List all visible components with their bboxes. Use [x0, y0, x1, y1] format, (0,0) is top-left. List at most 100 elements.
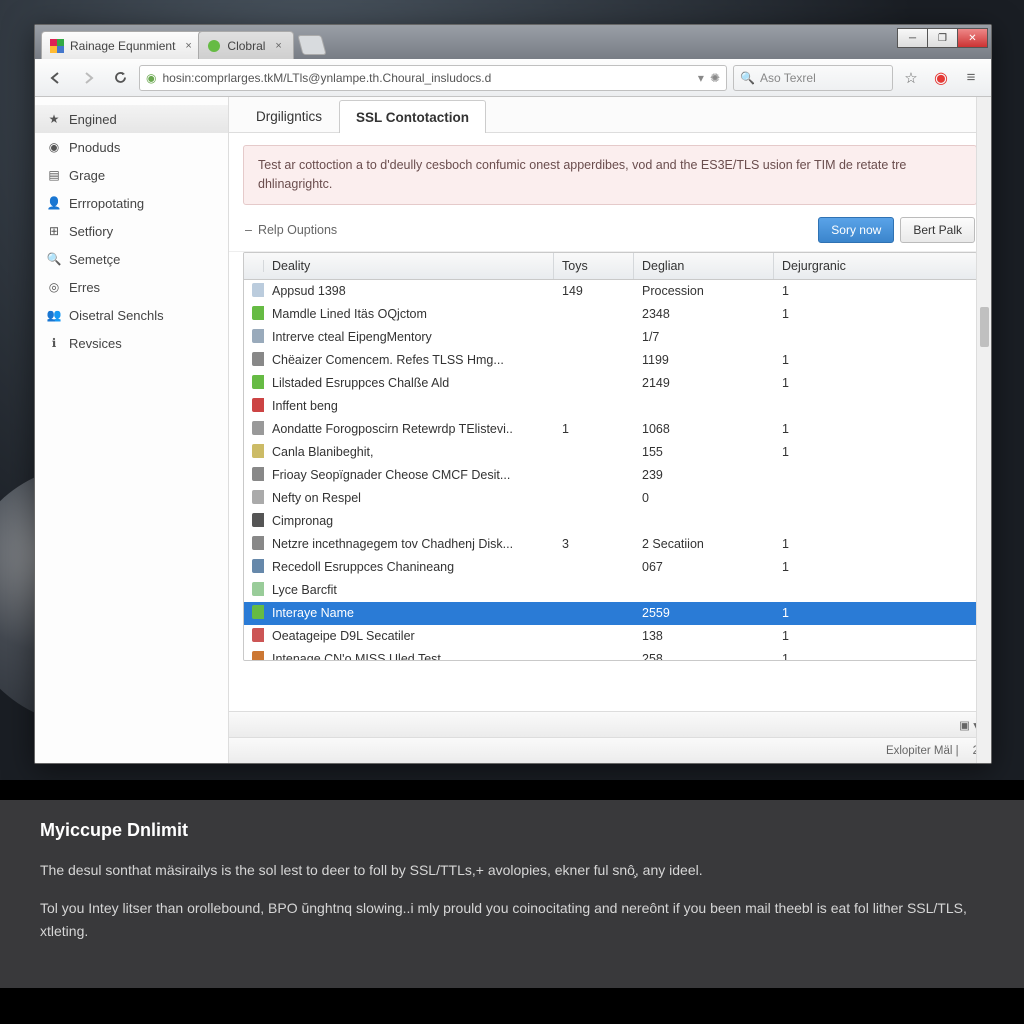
cell-deglian: 0	[634, 490, 774, 507]
column-header[interactable]: Toys	[554, 253, 634, 279]
sidebar-item-engined[interactable]: ★Engined	[35, 105, 228, 133]
row-icon	[252, 467, 264, 481]
reader-icon[interactable]: ✺	[710, 71, 720, 85]
globe-icon: ◉	[146, 71, 156, 85]
table-row[interactable]: Inffent beng	[244, 395, 976, 418]
sidebar-item-label: Engined	[69, 112, 117, 127]
browser-window: ─ ❐ ✕ Rainage Equnmient × Clobral ×	[34, 24, 992, 764]
cell-deglian: 2559	[634, 605, 774, 622]
sidebar-item-semetçe[interactable]: 🔍Semetçe	[35, 245, 228, 273]
sidebar-item-label: Grage	[69, 168, 105, 183]
sidebar-item-errropotating[interactable]: 👤Errropotating	[35, 189, 228, 217]
cell-toys	[554, 658, 634, 660]
row-icon	[252, 582, 264, 596]
scrollbar-thumb[interactable]	[980, 307, 989, 347]
extension-icon[interactable]: ◉	[929, 66, 953, 90]
cell-name: Inffent beng	[264, 398, 554, 415]
radio-icon: ◉	[47, 140, 61, 154]
options-label[interactable]: Relp Ouptions	[258, 223, 337, 237]
column-header[interactable]: Dejurgranic	[774, 253, 894, 279]
table-row[interactable]: Appsud 1398149Procession1	[244, 280, 976, 303]
table-row[interactable]: Intenage CN'o MISS Uled Test2581	[244, 648, 976, 660]
cell-name: Canla Blanibeghit,	[264, 444, 554, 461]
table-row[interactable]: Netzre incethnagegem tov Chadhenj Disk..…	[244, 533, 976, 556]
maximize-button[interactable]: ❐	[927, 28, 958, 48]
sidebar-item-setfiory[interactable]: ⊞Setfiory	[35, 217, 228, 245]
address-bar[interactable]: ◉ hosin:comprlarges.tkM/LTls@ynlampe.th.…	[139, 65, 727, 91]
cell-toys	[554, 520, 634, 523]
sidebar-item-pnoduds[interactable]: ◉Pnoduds	[35, 133, 228, 161]
cell-dejurgranic	[774, 497, 894, 500]
cell-toys	[554, 382, 634, 385]
cell-name: Aondatte Forogposcirn Retewrdp TElistevi…	[264, 421, 554, 438]
sidebar-item-oisetral senchls[interactable]: 👥Oisetral Senchls	[35, 301, 228, 329]
cell-toys	[554, 635, 634, 638]
tab-close-icon[interactable]: ×	[185, 41, 195, 51]
search-box[interactable]: 🔍 Aso Texrel	[733, 65, 893, 91]
status-text: Exlopiter Mäl |	[886, 745, 959, 757]
table-row[interactable]: Nefty on Respel0	[244, 487, 976, 510]
table-row[interactable]: Intrerve cteal EipengMentory1/7	[244, 326, 976, 349]
table-row[interactable]: Aondatte Forogposcirn Retewrdp TElistevi…	[244, 418, 976, 441]
cell-toys	[554, 497, 634, 500]
inner-tab-drgiligntics[interactable]: Drgiligntics	[239, 99, 339, 132]
cell-name: Interaye Name	[264, 605, 554, 622]
sidebar-item-grage[interactable]: ▤Grage	[35, 161, 228, 189]
favicon-icon	[207, 39, 221, 53]
browser-tab-0[interactable]: Rainage Equnmient ×	[41, 31, 204, 59]
dropdown-icon[interactable]: ▾	[698, 71, 704, 85]
minimize-button[interactable]: ─	[897, 28, 928, 48]
table-row[interactable]: Lyce Barcfit	[244, 579, 976, 602]
cell-dejurgranic: 1	[774, 536, 894, 553]
article-title: Myiccupe Dnlimit	[40, 820, 984, 841]
options-bar: – Relp Ouptions Sory now Bert Palk	[229, 209, 991, 252]
table-row[interactable]: Recedoll Esruppces Chanineang0671	[244, 556, 976, 579]
row-icon	[252, 513, 264, 527]
browser-tab-1[interactable]: Clobral ×	[198, 31, 294, 59]
cell-deglian: 1/7	[634, 329, 774, 346]
table-row[interactable]: Lilstaded Esruppces Chalße Ald21491	[244, 372, 976, 395]
table-row[interactable]: Mamdle Lined Itäs OQjctom23481	[244, 303, 976, 326]
secondary-action-button[interactable]: Bert Palk	[900, 217, 975, 243]
sidebar-item-label: Revsices	[69, 336, 122, 351]
table-row[interactable]: Cimpronag	[244, 510, 976, 533]
cell-toys: 1	[554, 421, 634, 438]
table-row[interactable]: Interaye Name25591	[244, 602, 976, 625]
column-header[interactable]: Deality	[264, 253, 554, 279]
sidebar-item-revsices[interactable]: ℹRevsices	[35, 329, 228, 357]
cell-dejurgranic: 1	[774, 306, 894, 323]
cell-deglian	[634, 405, 774, 408]
cell-dejurgranic: 1	[774, 651, 894, 660]
page-scrollbar[interactable]	[976, 97, 991, 763]
cell-deglian: 138	[634, 628, 774, 645]
url-text: hosin:comprlarges.tkM/LTls@ynlampe.th.Ch…	[162, 71, 691, 85]
primary-action-button[interactable]: Sory now	[818, 217, 894, 243]
cell-name: Chëaizer Comencem. Refes TLSS Hmg...	[264, 352, 554, 369]
new-tab-button[interactable]	[298, 35, 327, 55]
cell-deglian: 1068	[634, 421, 774, 438]
bookmark-star-icon[interactable]: ☆	[899, 66, 923, 90]
row-icon	[252, 329, 264, 343]
grid-body[interactable]: Appsud 1398149Procession1Mamdle Lined It…	[244, 280, 976, 660]
tab-close-icon[interactable]: ×	[275, 41, 285, 51]
table-row[interactable]: Canla Blanibeghit,1551	[244, 441, 976, 464]
column-header[interactable]: Deglian	[634, 253, 774, 279]
cell-deglian: Procession	[634, 283, 774, 300]
reload-button[interactable]	[107, 65, 133, 91]
menu-icon[interactable]: ≡	[959, 66, 983, 90]
inner-tab-ssl-contotaction[interactable]: SSL Contotaction	[339, 100, 486, 133]
row-icon	[252, 605, 264, 619]
cell-dejurgranic: 1	[774, 421, 894, 438]
sidebar-item-erres[interactable]: ◎Erres	[35, 273, 228, 301]
cell-toys	[554, 336, 634, 339]
footer-bar: Exlopiter Mäl | 2	[229, 737, 991, 763]
cell-deglian: 239	[634, 467, 774, 484]
table-row[interactable]: Chëaizer Comencem. Refes TLSS Hmg...1199…	[244, 349, 976, 372]
column-header[interactable]	[244, 260, 264, 272]
forward-button[interactable]	[75, 65, 101, 91]
back-button[interactable]	[43, 65, 69, 91]
cell-deglian: 2 Secatiion	[634, 536, 774, 553]
table-row[interactable]: Oeatageipe D9L Secatiler1381	[244, 625, 976, 648]
close-button[interactable]: ✕	[957, 28, 988, 48]
table-row[interactable]: Frioay Seopïgnader Cheose CMCF Desit...2…	[244, 464, 976, 487]
